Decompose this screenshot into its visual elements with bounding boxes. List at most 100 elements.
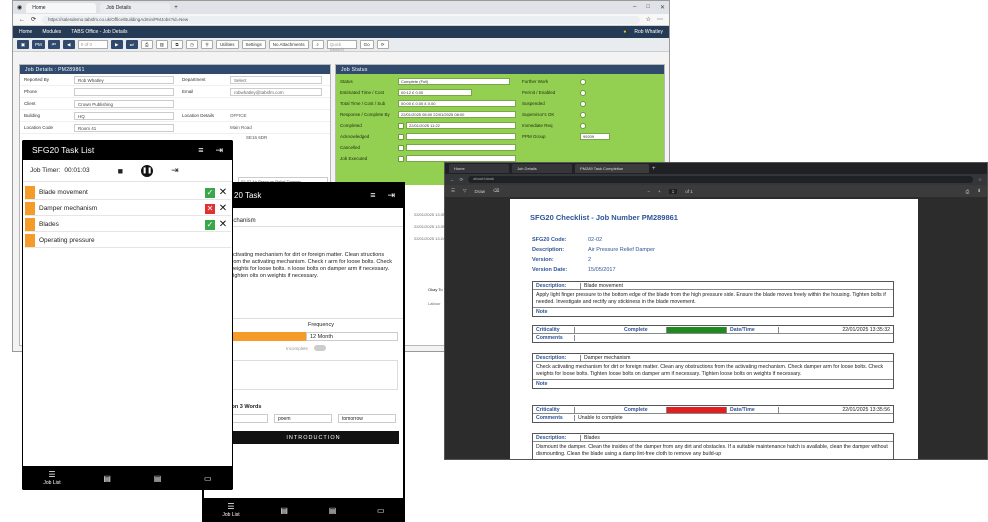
- quick-search-input[interactable]: Quick Search: [326, 40, 357, 52]
- email-field[interactable]: robwhatley@tabsfm.com: [230, 87, 322, 96]
- copy-button[interactable]: ⧉: [171, 40, 184, 49]
- back-icon[interactable]: ←: [450, 177, 455, 182]
- job-list-nav[interactable]: ☰ Job List: [222, 502, 239, 518]
- client-select[interactable]: Crown Publishing: [74, 99, 174, 108]
- immediate-checkbox[interactable]: [580, 122, 586, 129]
- location-button[interactable]: ⚲: [201, 40, 214, 49]
- settings-menu[interactable]: Settings: [241, 40, 266, 49]
- cancelled-field[interactable]: [406, 144, 516, 151]
- further-work-checkbox[interactable]: [580, 78, 586, 85]
- status-select[interactable]: Complete (Full): [398, 78, 510, 85]
- exit-icon[interactable]: ⇥: [387, 190, 395, 201]
- completed-checkbox[interactable]: [398, 122, 404, 129]
- nav-modules[interactable]: Modules: [42, 29, 61, 35]
- nav-home[interactable]: Home: [19, 29, 32, 35]
- zoom-out-icon[interactable]: −: [647, 189, 650, 194]
- address-bar[interactable]: https://salesdemo.tabsfm.co.uk/Office/Bu…: [42, 15, 640, 24]
- bell-icon[interactable]: ●: [623, 29, 626, 35]
- completed-field[interactable]: 22/01/2025 11:22: [406, 122, 516, 129]
- acknowledged-checkbox[interactable]: [398, 133, 404, 140]
- new-tab-icon[interactable]: +: [652, 166, 656, 172]
- pause-icon[interactable]: ❚❚: [141, 164, 154, 177]
- back-icon[interactable]: ←: [19, 17, 25, 23]
- refresh-icon[interactable]: ⟳: [31, 16, 36, 23]
- calendar-nav[interactable]: ▭: [204, 474, 212, 483]
- word-field-1[interactable]: [230, 414, 268, 423]
- next-record-button[interactable]: ▶: [110, 40, 123, 49]
- contents-icon[interactable]: ☰: [451, 188, 455, 194]
- go-button[interactable]: Go: [359, 40, 374, 49]
- word-field-2[interactable]: poem: [274, 414, 332, 423]
- extensions-icon[interactable]: ⋯: [657, 16, 663, 23]
- print-icon[interactable]: ⎙: [966, 189, 970, 194]
- download-nav[interactable]: ▤: [329, 506, 337, 515]
- history-button[interactable]: ◷: [186, 40, 199, 49]
- building-select[interactable]: HQ: [74, 111, 174, 120]
- department-select[interactable]: Select: [230, 75, 322, 84]
- fail-x-icon[interactable]: ✕: [218, 203, 228, 214]
- minimize-icon[interactable]: –: [633, 4, 636, 11]
- task-item-damper-mechanism[interactable]: Damper mechanism ✕ ✕: [25, 202, 231, 216]
- user-menu[interactable]: Rob Whatley: [634, 29, 663, 35]
- est-time-field[interactable]: 00:12 £ 0.00: [398, 89, 472, 96]
- print-button[interactable]: ⎙: [140, 40, 153, 49]
- executed-checkbox[interactable]: [398, 155, 404, 162]
- menu-icon[interactable]: ≡: [370, 190, 375, 201]
- search-icon[interactable]: ⌕: [311, 40, 324, 49]
- supervisor-checkbox[interactable]: [580, 111, 586, 118]
- tab-job-details[interactable]: Job Details: [100, 2, 171, 13]
- cancelled-checkbox[interactable]: [398, 144, 404, 151]
- acknowledged-field[interactable]: [406, 133, 516, 140]
- chart-button[interactable]: ▥: [155, 40, 169, 49]
- location-code-select[interactable]: Room 41: [74, 123, 174, 132]
- calendar-nav[interactable]: ▭: [377, 506, 385, 515]
- notes-area[interactable]: [228, 360, 398, 390]
- document-nav[interactable]: ▤: [103, 474, 111, 483]
- task-item-blade-movement[interactable]: Blade movement ✓ ✕: [25, 186, 231, 200]
- star-icon[interactable]: ☆: [646, 16, 651, 23]
- exit-icon[interactable]: ⇥: [215, 145, 223, 156]
- page-number[interactable]: 1: [668, 188, 678, 194]
- fail-x-icon[interactable]: ✕: [218, 219, 228, 230]
- fail-x-icon[interactable]: ✕: [218, 187, 228, 198]
- prev-record-button[interactable]: ◀: [62, 40, 75, 49]
- tab-home[interactable]: Home: [26, 2, 97, 13]
- filter-icon[interactable]: ▽: [463, 188, 466, 194]
- exit-job-icon[interactable]: ⇥: [171, 165, 179, 176]
- reload-button[interactable]: ⟳: [376, 40, 389, 49]
- stop-icon[interactable]: ■: [118, 166, 123, 176]
- star-icon[interactable]: ☆: [978, 177, 982, 183]
- first-record-button[interactable]: ⏮: [47, 40, 60, 49]
- last-record-button[interactable]: ⏭: [125, 40, 138, 49]
- tab-task-completion[interactable]: PM289 Task Completion: [575, 164, 649, 173]
- incomplete-toggle[interactable]: [314, 345, 326, 351]
- response-field[interactable]: 22/01/2025 08:00 22/01/2025 08:00: [398, 111, 516, 118]
- pass-check-icon[interactable]: ✓: [205, 187, 215, 198]
- menu-icon[interactable]: ≡: [198, 145, 203, 156]
- suspended-checkbox[interactable]: [580, 100, 586, 107]
- phone-field[interactable]: [74, 87, 174, 96]
- utilities-menu[interactable]: Utilities: [216, 40, 239, 49]
- attachments-button[interactable]: No Attachments: [268, 40, 309, 49]
- pass-check-icon[interactable]: ✓: [205, 219, 215, 230]
- document-nav[interactable]: ▤: [280, 506, 288, 515]
- tab-job-details[interactable]: Job Details: [512, 164, 572, 173]
- task-item-blades[interactable]: Blades ✓ ✕: [25, 218, 231, 232]
- close-icon[interactable]: ✕: [660, 4, 665, 11]
- job-list-nav[interactable]: ☰ Job List: [43, 470, 60, 486]
- zoom-in-icon[interactable]: +: [658, 189, 661, 194]
- tab-home[interactable]: Home: [449, 164, 509, 173]
- maximize-icon[interactable]: □: [646, 4, 650, 11]
- executed-field[interactable]: [406, 155, 516, 162]
- total-time-field[interactable]: 00:00 £ 0.00 £ 0.00: [398, 100, 516, 107]
- word-field-3[interactable]: tomorrow: [338, 414, 396, 423]
- draw-button[interactable]: Draw: [475, 189, 486, 194]
- new-tab-icon[interactable]: +: [174, 5, 178, 11]
- permit-checkbox[interactable]: [580, 89, 586, 96]
- fail-marked-icon[interactable]: ✕: [205, 203, 215, 214]
- download-nav[interactable]: ▤: [154, 474, 162, 483]
- introduction-button[interactable]: INTRODUCTION: [228, 431, 399, 444]
- task-item-operating-pressure[interactable]: Operating pressure: [25, 234, 231, 248]
- ppm-group-field[interactable]: 99209: [580, 133, 610, 140]
- browser-menu-icon[interactable]: ◉: [17, 4, 22, 11]
